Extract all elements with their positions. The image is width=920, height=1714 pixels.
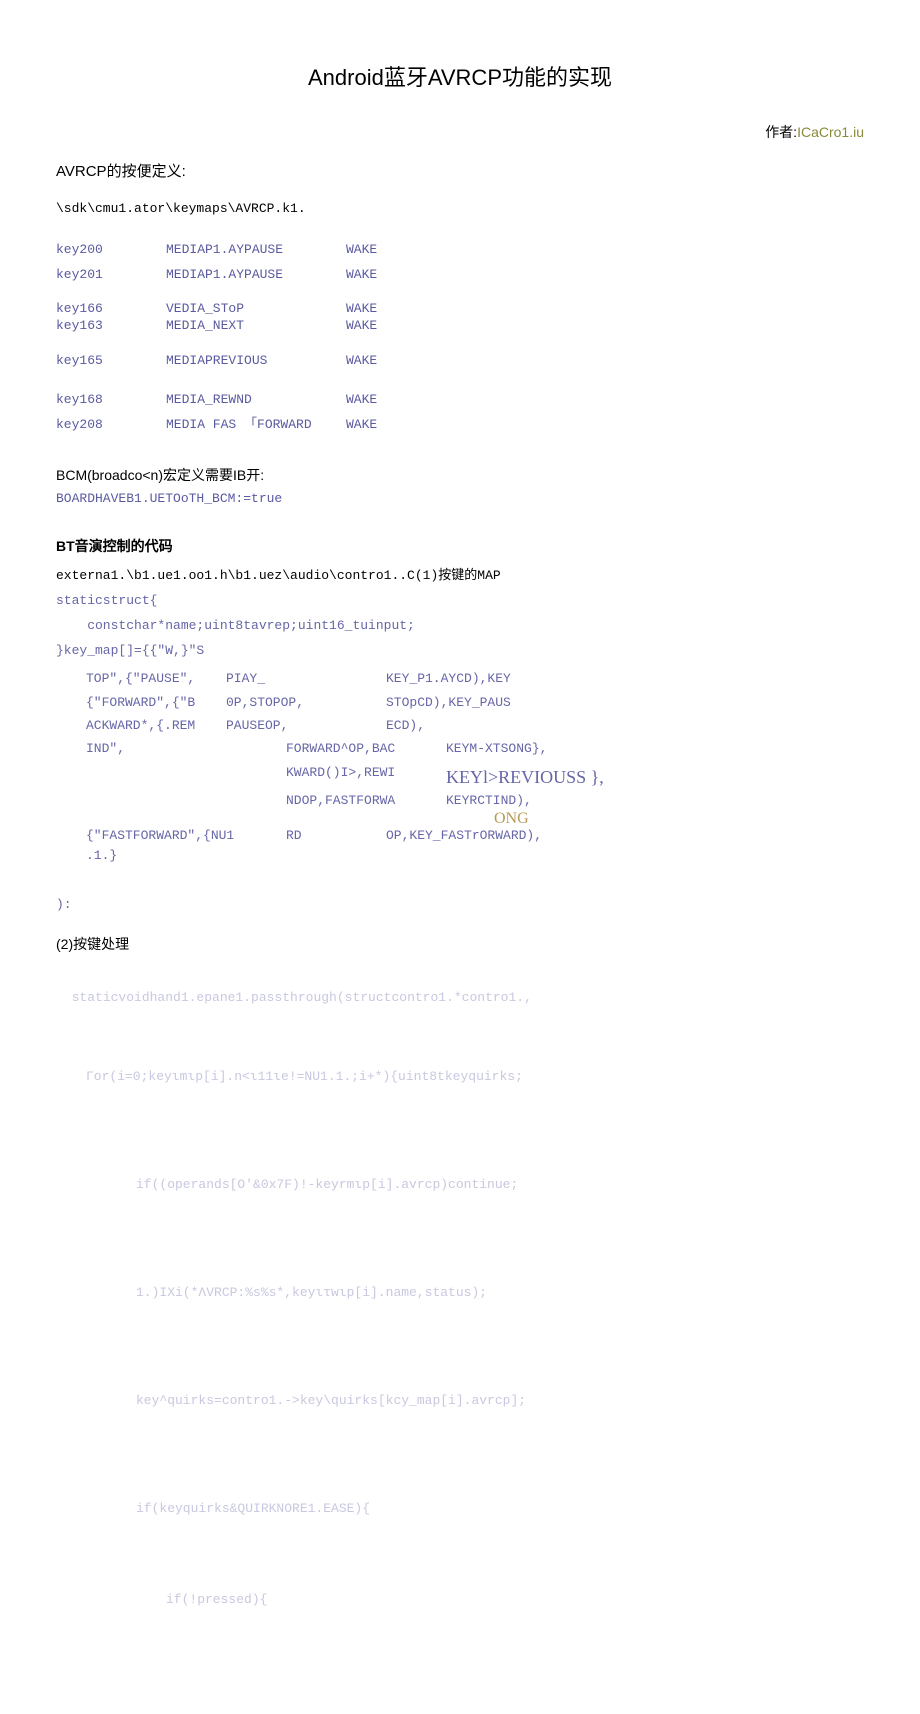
table-row: key200 MEDIAP1.AYPAUSE WAKE	[56, 238, 864, 263]
key-wake: WAKE	[346, 301, 426, 318]
key-id: key200	[56, 238, 166, 263]
table-row: key165 MEDIAPREVIOUS WAKE	[56, 349, 864, 374]
table-row: .1.}	[56, 844, 864, 867]
key-id: key165	[56, 349, 166, 374]
key-wake: WAKE	[346, 318, 426, 335]
km-cell: TOP",{"PAUSE",	[56, 667, 226, 690]
km-cell: KEYRCTIND), ONG	[446, 793, 532, 828]
map-label: 按键的MAP	[438, 568, 500, 583]
struct-open: staticstruct{	[56, 589, 864, 614]
path-text: externa1.\b1.ue1.oo1.h\b1.uez\audio\cont…	[56, 568, 438, 583]
km-cell: OP,KEY_FASTrORWARD),	[386, 828, 542, 844]
key-table: key200 MEDIAP1.AYPAUSE WAKE key201 MEDIA…	[56, 238, 864, 437]
key-action: MEDIA_REWND	[166, 388, 346, 413]
code-line: if(!pressed){	[56, 1586, 864, 1615]
author-label: 作者:	[765, 124, 797, 140]
code-line: Гor(i=0;keyιmιp[i].n<ι11ιe!=NU1.1.;i+*){…	[56, 1063, 864, 1092]
table-row: key166 VEDIA_SToP WAKE	[56, 301, 864, 318]
section-key-handle: (2)按键处理	[56, 934, 864, 954]
key-action: VEDIA_SToP	[166, 301, 346, 318]
keymap-block: TOP",{"PAUSE", PIAY_ KEY_P1.AYCD),KEY {"…	[56, 667, 864, 867]
code-line: if((operands[O'&0x7F)!-keyrmιp[i].avrcp)…	[56, 1171, 864, 1200]
table-row: {"FASTFORWARD",{NU1 RD OP,KEY_FASTrORWAR…	[56, 828, 864, 844]
key-id: key166	[56, 301, 166, 318]
km-cell: {"FASTFORWARD",{NU1	[56, 828, 286, 844]
km-cell: KEY_P1.AYCD),KEY	[386, 667, 576, 690]
table-row: key163 MEDIA_NEXT WAKE	[56, 318, 864, 335]
section-num: (2)	[56, 936, 73, 952]
km-cell: NDOP,FASTFORWA	[226, 793, 446, 828]
km-cell: IND",	[56, 737, 226, 760]
km-cell: KWARD()I>,REWI	[226, 761, 446, 793]
section-avrcp-def: AVRCP的按便定义:	[56, 160, 864, 181]
table-row: TOP",{"PAUSE", PIAY_ KEY_P1.AYCD),KEY	[56, 667, 864, 690]
code-line: if(keyquirks&QUIRKNORE1.EASE){	[56, 1495, 864, 1524]
author-name: ICaCro1.iu	[797, 124, 864, 140]
key-action: MEDIA_NEXT	[166, 318, 346, 335]
key-action: MEDIAPREVIOUS	[166, 349, 346, 374]
key-previous-label: KEYl>REVIOUSS },	[446, 761, 626, 793]
sdk-path: \sdk\cmu1.ator\keymaps\AVRCP.k1.	[56, 201, 864, 216]
km-cell: FORWARD^OP,BAC	[226, 737, 446, 760]
key-wake: WAKE	[346, 238, 426, 263]
keymap-close: ):	[56, 893, 864, 918]
km-cell: .1.}	[56, 844, 226, 867]
km-cell-text: KEYRCTIND),	[446, 793, 532, 808]
km-cell: PIAY_	[226, 667, 386, 690]
key-wake: WAKE	[346, 413, 426, 438]
key-wake: WAKE	[346, 263, 426, 288]
km-cell: ACKWARD*,{.REM	[56, 714, 226, 737]
table-row: KWARD()I>,REWI KEYl>REVIOUSS },	[56, 761, 864, 793]
km-cell	[56, 761, 226, 793]
table-row: {"FORWARD",{"B 0P,STOPOP, STOpCD),KEY_PA…	[56, 691, 864, 714]
key-id: key201	[56, 263, 166, 288]
km-cell	[56, 793, 226, 828]
km-cell: STOpCD),KEY_PAUS	[386, 691, 576, 714]
code-line: key^quirks=contro1.->key\quirks[kcy_map[…	[56, 1387, 864, 1416]
key-id: key168	[56, 388, 166, 413]
key-wake: WAKE	[346, 388, 426, 413]
table-row: IND", FORWARD^OP,BAC KEYM-XTSONG},	[56, 737, 864, 760]
km-cell: KEYM-XTSONG},	[446, 737, 626, 760]
km-cell: {"FORWARD",{"B	[56, 691, 226, 714]
bcm-code: BOARDHAVEB1.UETOoTH_BCM:=true	[56, 491, 864, 506]
code-faded-block: staticvoidhand1.epane1.passthrough(struc…	[56, 956, 864, 1644]
key-id: key208	[56, 413, 166, 438]
code-line: 1.)IXi(*ΛVRCP:%s%s*,keyιτwιp[i].name,sta…	[56, 1279, 864, 1308]
key-action: MEDIAP1.AYPAUSE	[166, 238, 346, 263]
section-text: 按键处理	[73, 936, 129, 952]
km-cell: RD	[286, 828, 386, 844]
key-wake: WAKE	[346, 349, 426, 374]
km-cell: PAUSEOP,	[226, 714, 386, 737]
table-row: ACKWARD*,{.REM PAUSEOP, ECD),	[56, 714, 864, 737]
table-row: NDOP,FASTFORWA KEYRCTIND), ONG	[56, 793, 864, 828]
km-cell: 0P,STOPOP,	[226, 691, 386, 714]
ong-label: ONG	[446, 810, 529, 827]
external-path-line: externa1.\b1.ue1.oo1.h\b1.uez\audio\cont…	[56, 564, 864, 583]
km-cell: ECD),	[386, 714, 576, 737]
bcm-header: BCM(broadco<n)宏定义需要IB开:	[56, 465, 864, 485]
table-row: key201 MEDIAP1.AYPAUSE WAKE	[56, 263, 864, 288]
bt-audio-header: BT音演控制的代码	[56, 536, 864, 556]
table-row: key168 MEDIA_REWND WAKE	[56, 388, 864, 413]
key-id: key163	[56, 318, 166, 335]
key-action: MEDIA FAS 「FORWARD	[166, 413, 346, 438]
struct-close: }key_map[]={{"W,}"S	[56, 639, 864, 664]
key-action: MEDIAP1.AYPAUSE	[166, 263, 346, 288]
struct-body: constchar*name;uint8tavrep;uint16_tuinpu…	[56, 614, 864, 639]
table-row: key208 MEDIA FAS 「FORWARD WAKE	[56, 413, 864, 438]
code-line: staticvoidhand1.epane1.passthrough(struc…	[72, 990, 532, 1005]
author-line: 作者:ICaCro1.iu	[56, 122, 864, 142]
page-title: Android蓝牙AVRCP功能的实现	[56, 60, 864, 92]
